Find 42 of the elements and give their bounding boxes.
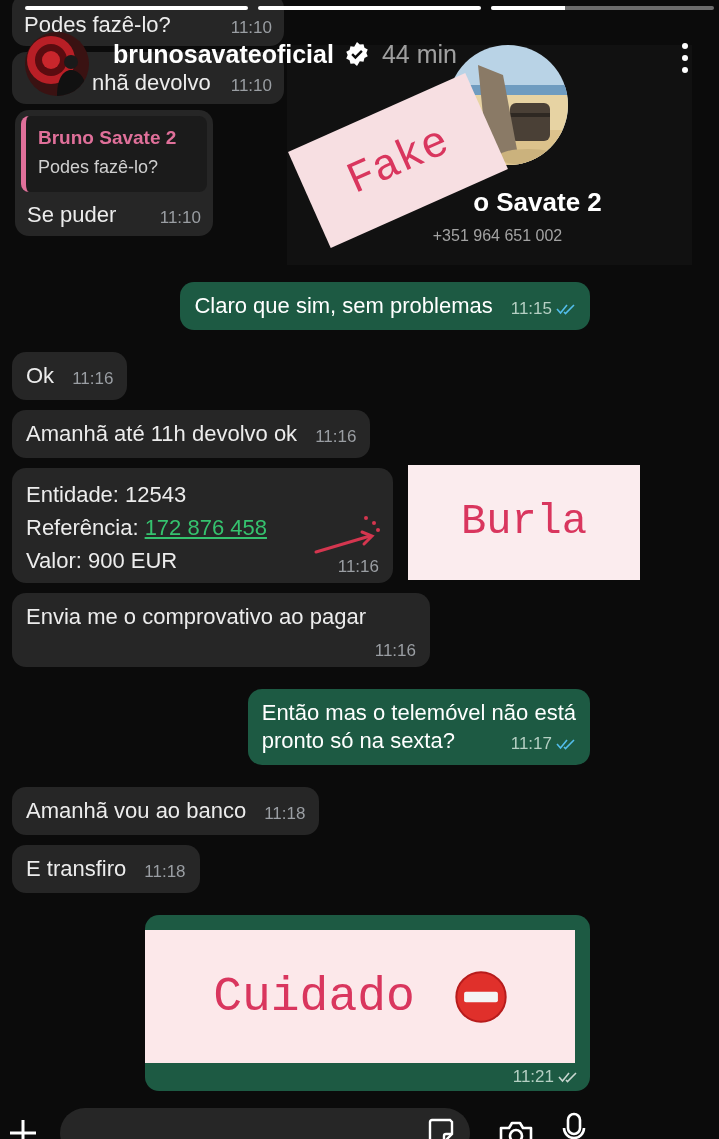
message-time: 11:16 [315, 427, 357, 447]
message-text: Referência: 172 876 458 [26, 514, 267, 542]
message-text: Então mas o telemóvel não está [261, 699, 576, 727]
reference-link[interactable]: 172 876 458 [144, 515, 267, 540]
message-time: 11:17 [510, 734, 552, 754]
message-time: 11:21 [512, 1067, 554, 1087]
message-text: Envia me o comprovativo ao pagar [26, 603, 367, 631]
contact-phone: +351 964 651 002 [432, 226, 563, 246]
message-time: 11:18 [264, 804, 306, 824]
message-text: E transfiro [26, 855, 127, 883]
message-time: 11:18 [144, 862, 186, 882]
sticker-text: Fake [338, 115, 458, 207]
message-time: 11:16 [72, 369, 114, 389]
message-text: Amanhã até 11h devolvo ok [26, 420, 298, 448]
post-time: 44 min [381, 41, 457, 67]
sticker-text: Cuidado [213, 968, 415, 1026]
message-time: 11:15 [510, 299, 552, 319]
quote-author: Bruno Savate 2 [38, 126, 177, 150]
no-entry-icon [454, 970, 507, 1023]
plus-icon[interactable] [8, 1118, 38, 1139]
username[interactable]: brunosavateoficial [113, 41, 334, 67]
message-text: Claro que sim, sem problemas [194, 292, 493, 320]
message-time: 11:10 [230, 76, 272, 96]
message-time: 11:10 [230, 18, 272, 38]
sticker-icon[interactable] [426, 1116, 456, 1139]
message-text: Valor: 900 EUR [26, 547, 178, 575]
message-text: nhã devolvo [92, 70, 211, 96]
quote-text: Podes fazê-lo? [38, 156, 159, 178]
message-time: 11:16 [337, 557, 379, 577]
message-text: pronto só na sexta? [261, 727, 455, 755]
contact-name: o Savate 2 [473, 186, 602, 219]
quoted-message[interactable]: Bruno Savate 2 Podes fazê-lo? [21, 116, 207, 192]
message-text: Podes fazê-lo? [24, 12, 171, 38]
message-time: 11:16 [374, 641, 416, 661]
message-time: 11:10 [159, 208, 201, 228]
microphone-icon[interactable] [562, 1112, 586, 1139]
more-icon[interactable] [681, 42, 689, 74]
message-text: Amanhã vou ao banco [26, 797, 247, 825]
message-text: Ok [26, 362, 55, 390]
message-text: Se puder [27, 202, 117, 228]
sticker-text: Burla [461, 497, 587, 548]
message-text: Entidade: 12543 [26, 481, 187, 509]
